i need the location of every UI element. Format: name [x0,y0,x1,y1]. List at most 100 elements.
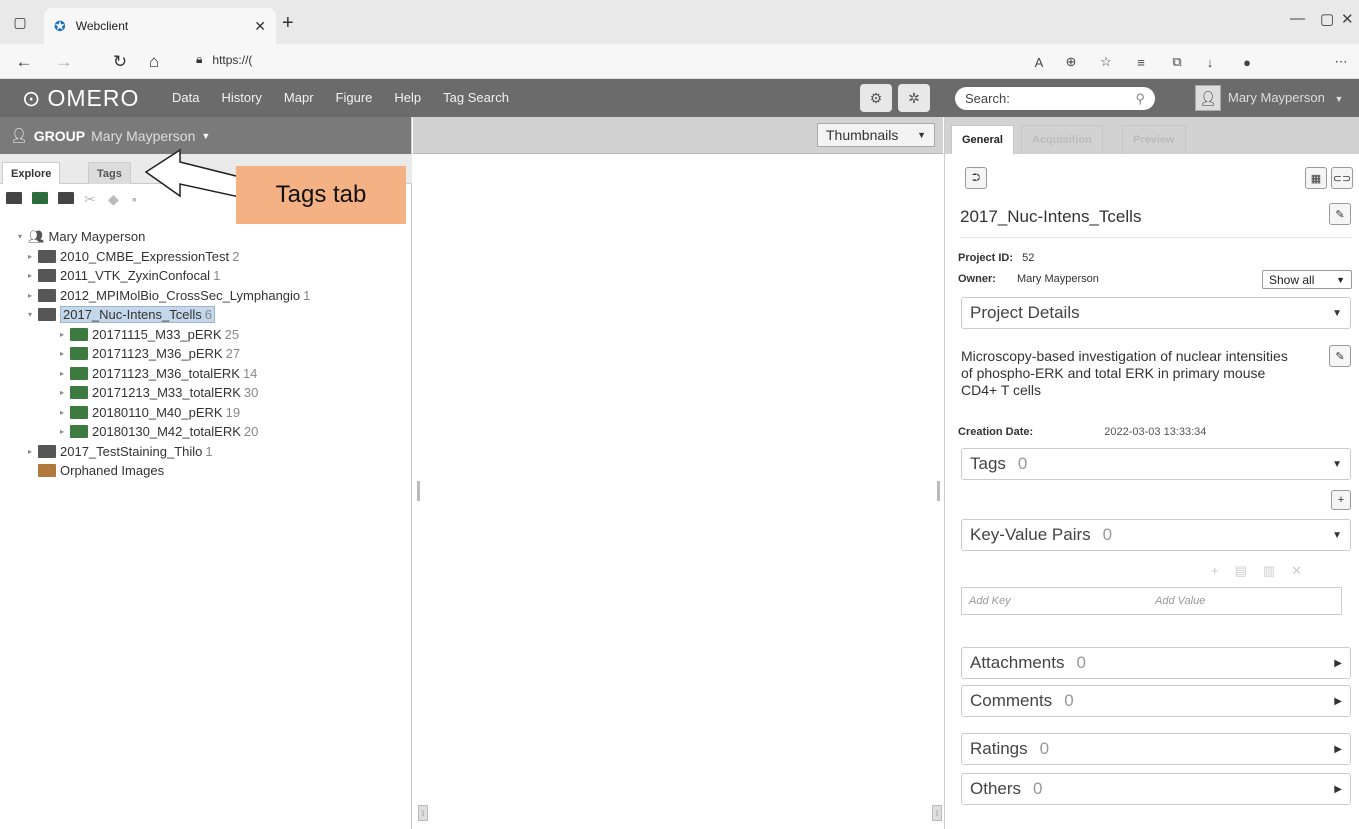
minimize-icon[interactable]: — [1290,10,1305,27]
expand-icon[interactable]: ▸ [60,427,70,436]
tree-node-count: 6 [204,307,212,323]
back-icon[interactable]: ← [12,50,36,74]
add-kv-icon[interactable]: + [1211,563,1219,579]
favorite-icon[interactable]: ☆ [1095,52,1117,72]
copy-kv-icon[interactable]: ▤ [1235,563,1247,579]
new-dataset-icon[interactable] [32,192,48,204]
expand-icon[interactable]: ▸ [60,408,70,417]
browser-tab-title: Webclient [75,19,129,33]
tags-section[interactable]: Tags 0 ▼ [961,448,1351,480]
read-aloud-icon[interactable]: A [1028,52,1050,72]
ratings-section[interactable]: Ratings 0 ▶ [961,733,1351,765]
tab-actions-icon[interactable]: ▢ [8,10,32,34]
close-tab-icon[interactable]: ✕ [254,18,266,35]
tree-node-label: 2017_TestStaining_Thilo [60,443,203,459]
tree-dataset[interactable]: ▸ 20180110_M40_pERK 19 [0,403,412,423]
tree-project[interactable]: ▸ 2011_VTK_ZyxinConfocal 1 [0,266,412,286]
nav-data[interactable]: Data [172,90,199,105]
tab-explore[interactable]: Explore [2,162,61,184]
nav-help[interactable]: Help [394,90,421,105]
tree-orphaned[interactable]: Orphaned Images [0,461,412,481]
profile-icon[interactable]: ● [1236,52,1258,72]
collapse-icon[interactable]: ▾ [18,232,28,241]
project-details-section[interactable]: Project Details ▼ [961,297,1351,329]
tab-acquisition[interactable]: Acquisition [1021,125,1103,154]
nav-mapr[interactable]: Mapr [284,90,314,105]
favorites-list-icon[interactable]: ≡ [1130,52,1152,72]
settings-icon[interactable]: ⚙ [860,84,892,112]
attachments-section[interactable]: Attachments 0 ▶ [961,647,1351,679]
reload-icon[interactable]: ↻ [108,50,132,74]
browser-tab[interactable]: ✪ Webclient ✕ [44,8,276,44]
tree-dataset[interactable]: ▸ 20171213_M33_totalERK 30 [0,383,412,403]
paste-kv-icon[interactable]: ▥ [1263,563,1275,579]
home-icon[interactable]: ⌂ [142,50,166,74]
maximize-icon[interactable]: ▢ [1320,10,1334,28]
forward-icon[interactable]: → [52,50,76,74]
others-section[interactable]: Others 0 ▶ [961,773,1351,805]
tree-dataset[interactable]: ▸ 20171123_M36_pERK 27 [0,344,412,364]
right-splitter-handle[interactable] [937,481,940,501]
paste-icon[interactable]: ◆ [108,191,122,207]
expand-icon[interactable]: ▸ [28,271,38,280]
tree-project[interactable]: ▸ 2010_CMBE_ExpressionTest 2 [0,247,412,267]
kv-input-row[interactable]: Add Key Add Value [961,587,1342,615]
collapse-right-button[interactable]: ⁝ [932,805,942,821]
add-value-input[interactable]: Add Value [1155,595,1205,607]
search-input[interactable]: Search: ⚲ [955,87,1155,110]
tree-dataset[interactable]: ▸ 20180130_M42_totalERK 20 [0,422,412,442]
grid-icon[interactable]: ▦ [1305,167,1327,189]
nav-history[interactable]: History [221,90,261,105]
expand-icon[interactable]: ▸ [28,291,38,300]
cut-icon[interactable]: ✂ [84,191,98,207]
edit-description-icon[interactable]: ✎ [1329,345,1351,367]
tree-user-node[interactable]: ▾ 👥︎ Mary Mayperson [0,227,412,247]
tree-project[interactable]: ▸ 2017_TestStaining_Thilo 1 [0,442,412,462]
collapse-left-button[interactable]: ⁝ [418,805,428,821]
expand-icon[interactable]: ▸ [60,388,70,397]
expand-icon[interactable]: ▸ [28,252,38,261]
new-screen-icon[interactable] [58,192,74,204]
add-key-input[interactable]: Add Key [969,595,1155,607]
more-icon[interactable]: ⋯ [1330,52,1352,72]
view-mode-select[interactable]: Thumbnails ▼ [817,123,935,147]
omero-logo-icon: ⊙ [22,85,42,111]
edit-icon[interactable]: ✎ [1329,203,1351,225]
tree-dataset[interactable]: ▸ 20171115_M33_pERK 25 [0,325,412,345]
nav-tag-search[interactable]: Tag Search [443,90,509,105]
user-menu[interactable]: Mary Mayperson ▼ [1228,90,1343,105]
url-field[interactable]: 🔒︎ https://( [196,52,252,67]
omero-logo[interactable]: ⊙ OMERO [22,85,139,112]
project-folder-icon [38,269,56,283]
tab-preview[interactable]: Preview [1122,125,1186,154]
user-avatar[interactable]: 👤︎ [1195,85,1221,111]
project-tree: ▾ 👥︎ Mary Mayperson ▸ 2010_CMBE_Expressi… [0,227,412,481]
expand-icon[interactable]: ▸ [60,349,70,358]
tree-project[interactable]: ▸ 2012_MPIMolBio_CrossSec_Lymphangio 1 [0,286,412,306]
key-value-section[interactable]: Key-Value Pairs 0 ▼ [961,519,1351,551]
zoom-icon[interactable]: ⊕ [1060,52,1082,72]
new-project-icon[interactable] [6,192,22,204]
expand-icon[interactable]: ▸ [28,447,38,456]
collapse-icon[interactable]: ▾ [28,310,38,319]
new-tab-icon[interactable]: + [282,12,294,35]
close-window-icon[interactable]: ✕ [1341,10,1354,28]
open-with-icon[interactable]: ⮊ [965,167,987,189]
left-splitter-handle[interactable] [417,481,420,501]
expand-icon[interactable]: ▸ [60,369,70,378]
tab-tags[interactable]: Tags [88,162,131,184]
remove-kv-icon[interactable]: ✕ [1291,563,1302,579]
tab-general[interactable]: General [951,125,1014,154]
add-tag-icon[interactable]: + [1331,490,1351,510]
show-all-select[interactable]: Show all ▼ [1262,270,1352,289]
scripts-icon[interactable]: ✲ [898,84,930,112]
link-icon[interactable]: ⊂⊃ [1331,167,1353,189]
downloads-icon[interactable]: ↓ [1199,52,1221,72]
tree-project-selected[interactable]: ▾ 2017_Nuc-Intens_Tcells 6 [0,305,412,325]
nav-figure[interactable]: Figure [336,90,373,105]
expand-icon[interactable]: ▸ [60,330,70,339]
comments-section[interactable]: Comments 0 ▶ [961,685,1351,717]
search-icon[interactable]: ⚲ [1135,91,1145,107]
tree-dataset[interactable]: ▸ 20171123_M36_totalERK 14 [0,364,412,384]
collections-icon[interactable]: ⧉ [1166,52,1188,72]
